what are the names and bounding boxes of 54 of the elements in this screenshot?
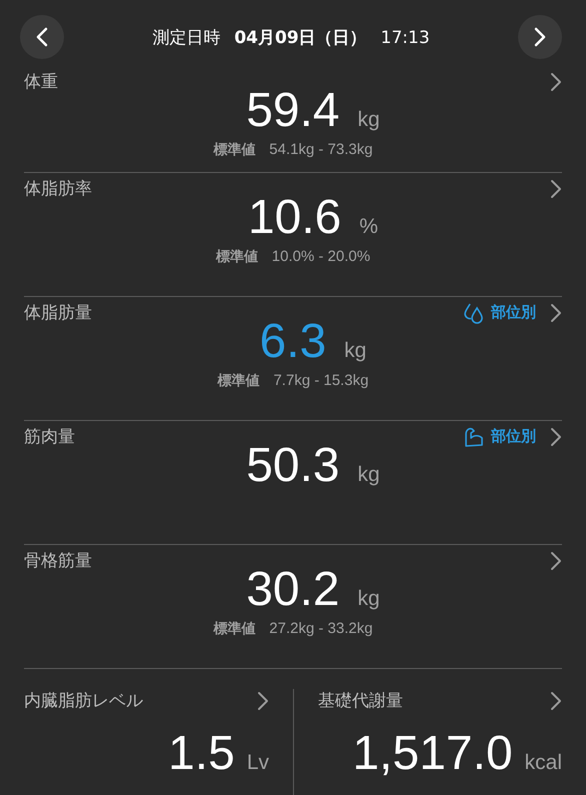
metric-unit: % bbox=[359, 215, 378, 239]
metric-row[interactable]: 体脂肪率 10.6 % 標準値 10.0% - 20.0% bbox=[24, 173, 562, 297]
measurement-date: 04月09日（日） bbox=[234, 26, 367, 48]
previous-button[interactable] bbox=[20, 15, 64, 59]
metric-label: 筋肉量 bbox=[24, 426, 75, 448]
chevron-right-icon bbox=[550, 72, 562, 92]
flexed-arm-icon bbox=[463, 426, 485, 448]
standard-range: 27.2kg - 33.2kg bbox=[269, 620, 373, 637]
chevron-right-icon bbox=[550, 178, 562, 198]
metric-label: 基礎代謝量 bbox=[318, 690, 403, 712]
metric-value: 6.3 bbox=[260, 314, 326, 370]
standard-label: 標準値 bbox=[217, 372, 260, 390]
next-button[interactable] bbox=[518, 15, 562, 59]
metric-label: 体脂肪率 bbox=[24, 178, 92, 200]
measurement-time: 17:13 bbox=[380, 28, 430, 48]
chevron-right-icon bbox=[550, 550, 562, 570]
standard-label: 標準値 bbox=[213, 141, 256, 159]
metric-value: 50.3 bbox=[246, 438, 340, 494]
chevron-right-icon bbox=[550, 690, 562, 710]
chevron-right-icon bbox=[550, 302, 562, 322]
standard-range: 7.7kg - 15.3kg bbox=[273, 372, 369, 389]
metric-value: 59.4 bbox=[246, 83, 340, 139]
metric-row[interactable]: 骨格筋量 30.2 kg 標準値 27.2kg - 33.2kg bbox=[24, 545, 562, 669]
metric-unit: kg bbox=[344, 339, 366, 363]
metric-value: 1.5 bbox=[168, 726, 235, 782]
metric-value: 10.6 bbox=[248, 190, 342, 246]
metric-value: 30.2 bbox=[246, 562, 340, 618]
metric-unit: kg bbox=[358, 587, 380, 611]
metric-row[interactable]: 体脂肪量 部位別 6.3 kg 標準値 7.7kg - 15.3kg bbox=[24, 297, 562, 421]
metric-label: 骨格筋量 bbox=[24, 550, 92, 572]
water-drops-icon bbox=[463, 302, 485, 324]
metric-label: 体重 bbox=[24, 71, 58, 93]
metric-label: 内臓脂肪レベル bbox=[24, 690, 143, 712]
standard-range: 10.0% - 20.0% bbox=[272, 248, 370, 265]
by-body-part-link[interactable]: 部位別 bbox=[463, 302, 536, 324]
standard-label: 標準値 bbox=[213, 620, 256, 638]
by-body-part-link[interactable]: 部位別 bbox=[463, 426, 536, 448]
metric-tile[interactable]: 内臓脂肪レベル 1.5 Lv bbox=[0, 669, 293, 795]
standard-label: 標準値 bbox=[216, 248, 258, 266]
chevron-right-icon bbox=[550, 426, 562, 446]
standard-range: 54.1kg - 73.3kg bbox=[269, 141, 373, 158]
metric-unit: kcal bbox=[524, 751, 562, 775]
metric-label: 体脂肪量 bbox=[24, 302, 92, 324]
metric-unit: Lv bbox=[246, 751, 269, 775]
chevron-left-icon bbox=[36, 27, 48, 47]
chevron-right-icon bbox=[257, 690, 269, 710]
metric-value: 1,517.0 bbox=[352, 726, 513, 782]
metric-tile[interactable]: 基礎代謝量 1,517.0 kcal bbox=[293, 689, 586, 795]
chevron-right-icon bbox=[534, 27, 546, 47]
metric-unit: kg bbox=[358, 108, 380, 132]
measurement-label: 測定日時 bbox=[152, 26, 220, 48]
metric-row[interactable]: 筋肉量 部位別 50.3 kg bbox=[24, 421, 562, 545]
metric-unit: kg bbox=[358, 463, 380, 487]
metric-row[interactable]: 体重 59.4 kg 標準値 54.1kg - 73.3kg bbox=[24, 66, 562, 173]
